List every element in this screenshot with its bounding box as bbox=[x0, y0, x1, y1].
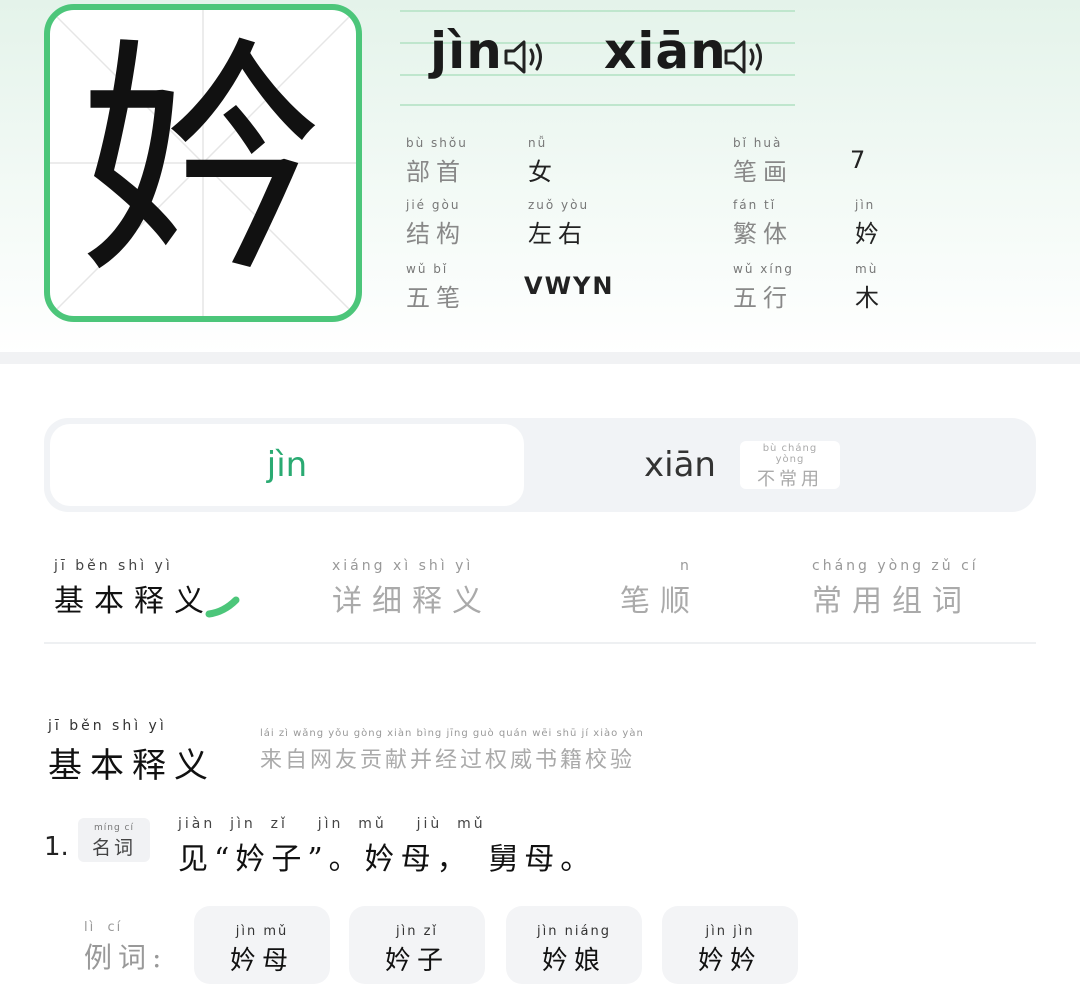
section-divider bbox=[0, 352, 1080, 364]
tab-reading-jin[interactable]: jìn bbox=[50, 424, 524, 506]
wuxing-value: mù 木 bbox=[855, 262, 885, 312]
part-of-speech-badge: míng cí 名词 bbox=[78, 818, 150, 862]
wubi-value: VWYN bbox=[524, 272, 615, 300]
definition-text: jiàn jìn zǐ jìn mǔ jiù mǔ 见“妗子”。妗母， 舅母。 bbox=[178, 816, 597, 877]
definition-number: 1. bbox=[44, 832, 69, 862]
radical-label: bù shǒu 部首 bbox=[406, 136, 468, 186]
example-words-label: lì cí 例词: bbox=[84, 920, 168, 974]
strokes-label: bǐ huà 笔画 bbox=[733, 136, 793, 186]
pinyin-reading-1: jìn bbox=[430, 22, 503, 80]
tab-common-words[interactable]: cháng yòng zǔ cí 常用组词 bbox=[812, 558, 979, 620]
traditional-label: fán tǐ 繁体 bbox=[733, 198, 793, 248]
tab-basic-definition[interactable]: jī běn shì yì 基本释义 bbox=[54, 558, 214, 620]
example-word-chip[interactable]: jìn zǐ 妗子 bbox=[349, 906, 485, 984]
wuxing-label: wǔ xíng 五行 bbox=[733, 262, 794, 312]
speaker-icon[interactable] bbox=[502, 37, 548, 77]
example-word-chip[interactable]: jìn mǔ 妗母 bbox=[194, 906, 330, 984]
structure-label: jié gòu 结构 bbox=[406, 198, 466, 248]
active-tab-indicator bbox=[205, 596, 240, 618]
structure-value: zuǒ yòu 左右 bbox=[528, 198, 590, 248]
wubi-label: wǔ bǐ 五笔 bbox=[406, 262, 466, 312]
strokes-value: 7 bbox=[850, 146, 868, 174]
pinyin-reading-2: xiān bbox=[604, 22, 727, 80]
uncommon-badge: bù cháng yòng 不常用 bbox=[739, 441, 840, 490]
character-box[interactable]: 妗 bbox=[44, 4, 362, 322]
speaker-icon[interactable] bbox=[722, 37, 768, 77]
definition-source-note: lái zì wǎng yǒu gòng xiàn bìng jīng guò … bbox=[260, 728, 644, 773]
reading-tabs: jìn xiān bù cháng yòng 不常用 bbox=[44, 418, 1036, 512]
tab-stroke-order[interactable]: n 笔顺 bbox=[620, 558, 700, 620]
example-word-chip[interactable]: jìn jìn 妗妗 bbox=[662, 906, 798, 984]
example-word-chip[interactable]: jìn niáng 妗娘 bbox=[506, 906, 642, 984]
traditional-value: jìn 妗 bbox=[855, 198, 885, 248]
tab-detailed-definition[interactable]: xiáng xì shì yì 详细释义 bbox=[332, 558, 492, 620]
basic-definition-title: jī běn shì yì 基本释义 bbox=[48, 718, 216, 786]
tab-reading-xian[interactable]: xiān bù cháng yòng 不常用 bbox=[644, 424, 904, 506]
main-character: 妗 bbox=[78, 17, 328, 308]
tabs-divider bbox=[44, 642, 1036, 644]
radical-value: nǚ 女 bbox=[528, 136, 558, 186]
